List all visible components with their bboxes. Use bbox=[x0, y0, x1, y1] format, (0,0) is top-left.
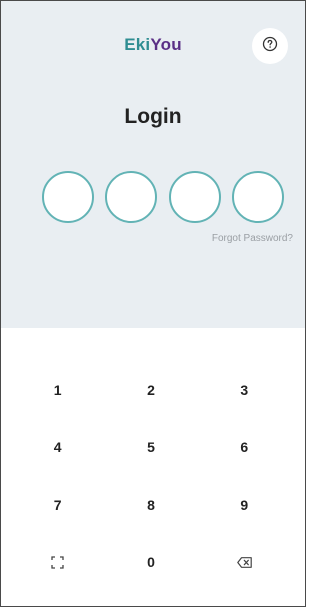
key-6[interactable]: 6 bbox=[198, 419, 291, 477]
login-header-panel: EkiYou Login Forgot Password? bbox=[1, 1, 305, 328]
help-button[interactable] bbox=[252, 28, 288, 64]
key-8[interactable]: 8 bbox=[104, 476, 197, 534]
pin-slot-1[interactable] bbox=[42, 171, 94, 223]
pin-slot-4[interactable] bbox=[231, 171, 284, 223]
key-3[interactable]: 3 bbox=[198, 361, 291, 419]
key-5[interactable]: 5 bbox=[104, 419, 197, 477]
pin-slot-3[interactable] bbox=[168, 171, 221, 223]
key-4[interactable]: 4 bbox=[11, 419, 104, 477]
login-screen: EkiYou Login Forgot Password? 1 2 3 4 5 bbox=[0, 0, 306, 607]
logo-part-you: You bbox=[150, 35, 182, 54]
question-circle-icon bbox=[262, 36, 278, 57]
page-title: Login bbox=[124, 105, 182, 128]
key-2[interactable]: 2 bbox=[104, 361, 197, 419]
pin-input-row[interactable] bbox=[42, 171, 284, 223]
numeric-keypad: 1 2 3 4 5 6 7 8 9 0 bbox=[11, 361, 291, 591]
key-1[interactable]: 1 bbox=[11, 361, 104, 419]
key-7[interactable]: 7 bbox=[11, 476, 104, 534]
key-9[interactable]: 9 bbox=[198, 476, 291, 534]
scan-frame-icon bbox=[51, 556, 64, 569]
key-scan[interactable] bbox=[11, 534, 104, 592]
key-0[interactable]: 0 bbox=[104, 534, 197, 592]
key-backspace[interactable] bbox=[198, 534, 291, 592]
forgot-password-link[interactable]: Forgot Password? bbox=[212, 233, 293, 244]
logo-part-eki: Eki bbox=[124, 35, 151, 54]
pin-slot-2[interactable] bbox=[105, 171, 158, 223]
backspace-icon bbox=[237, 556, 252, 568]
